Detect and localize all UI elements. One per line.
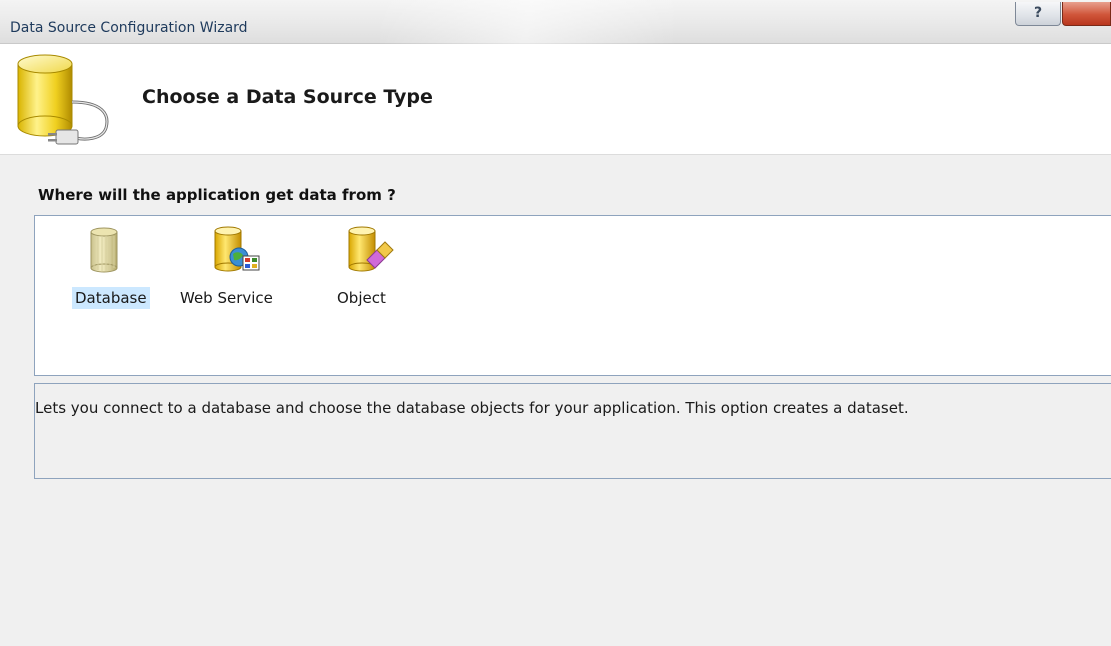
data-source-list[interactable]: Database Web Service Object (34, 215, 1111, 376)
database-icon (90, 227, 118, 273)
help-button[interactable]: ? (1015, 2, 1061, 26)
source-item-object[interactable]: Object (315, 216, 415, 326)
source-label-object: Object (337, 289, 386, 307)
source-label-web-service: Web Service (180, 289, 273, 307)
window-title: Data Source Configuration Wizard (10, 20, 248, 36)
description-text: Lets you connect to a database and choos… (35, 399, 909, 417)
database-plug-icon (17, 54, 109, 145)
object-icon (348, 226, 394, 272)
web-service-icon (214, 226, 260, 272)
title-bar[interactable]: Data Source Configuration Wizard ? (0, 0, 1111, 44)
source-label-database: Database (72, 287, 150, 309)
source-item-database[interactable]: Database (49, 216, 159, 326)
description-panel: Lets you connect to a database and choos… (34, 383, 1111, 479)
source-item-web-service[interactable]: Web Service (175, 216, 305, 326)
page-title: Choose a Data Source Type (142, 86, 433, 108)
wizard-header: Choose a Data Source Type (0, 44, 1111, 155)
title-bar-glare (380, 0, 710, 44)
close-button[interactable] (1062, 2, 1111, 26)
source-question-label: Where will the application get data from… (38, 186, 396, 204)
